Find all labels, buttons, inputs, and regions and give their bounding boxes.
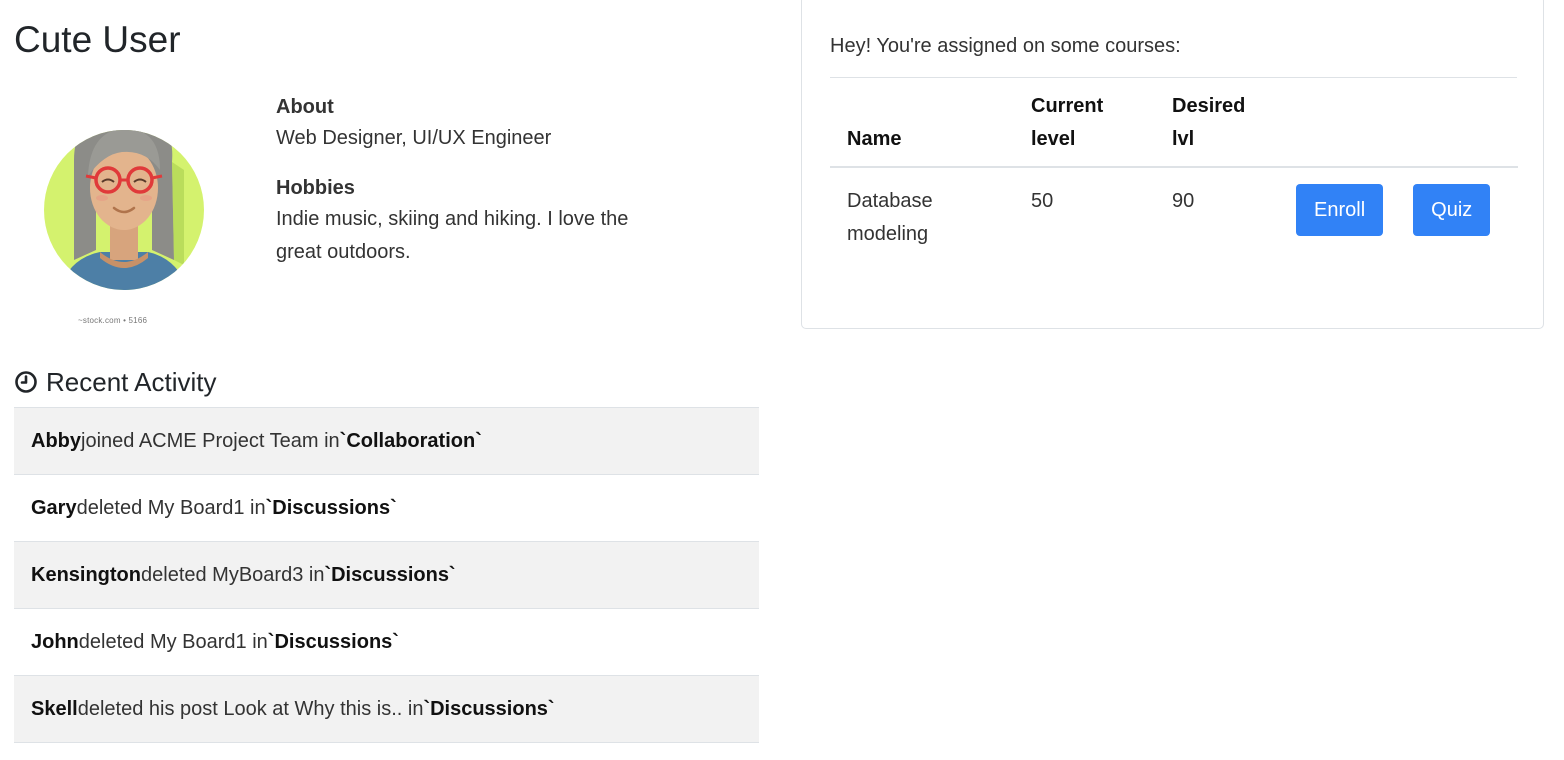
activity-action: deleted his post Look at Why this is.. i… [77, 697, 424, 720]
activity-user: John [31, 630, 79, 653]
table-header-row: Name Current level Desired lvl [830, 78, 1518, 168]
enroll-button[interactable]: Enroll [1296, 184, 1384, 236]
hobbies-label: Hobbies [276, 177, 355, 199]
course-name: Database modeling [847, 190, 933, 245]
activity-user: Gary [31, 496, 77, 519]
course-actions: Enroll Quiz [1279, 167, 1518, 271]
courses-intro: Hey! You're assigned on some courses: [830, 35, 1181, 57]
activity-action: joined ACME Project Team in [81, 429, 340, 452]
list-item: Skell deleted his post Look at Why this … [14, 676, 759, 743]
recent-activity-title: Recent Activity [46, 367, 217, 397]
activity-target: `Collaboration` [339, 429, 482, 452]
list-item: Kensington deleted MyBoard3 in `Discussi… [14, 542, 759, 609]
avatar: ~stock.com • 5166 [34, 100, 224, 334]
avatar-illustration [44, 130, 204, 290]
activity-target: `Discussions` [265, 496, 397, 519]
clock-icon [15, 371, 37, 393]
activity-action: deleted My Board1 in [78, 630, 268, 653]
activity-target: `Discussions` [324, 563, 456, 586]
courses-card: Hey! You're assigned on some courses: Na… [801, 0, 1544, 329]
activity-user: Abby [31, 429, 81, 452]
activity-target: `Discussions` [267, 630, 399, 653]
about-label: About [276, 96, 334, 118]
hobbies-text: Indie music, skiing and hiking. I love t… [276, 208, 629, 263]
course-current-level: 50 [1031, 190, 1054, 212]
course-desired-level: 90 [1172, 190, 1195, 212]
column-header-name: Name [830, 78, 1014, 168]
avatar-credit: ~stock.com • 5166 [78, 316, 148, 325]
activity-target: `Discussions` [423, 697, 555, 720]
list-item: John deleted My Board1 in `Discussions` [14, 609, 759, 676]
table-row: Database modeling 50 90 Enroll Quiz [830, 167, 1518, 271]
about-text: Web Designer, UI/UX Engineer [276, 127, 552, 149]
profile-page: Cute User ~stock.com • 5166 About Web De… [0, 0, 1564, 760]
activity-action: deleted MyBoard3 in [141, 563, 325, 586]
column-header-actions [1279, 78, 1518, 168]
list-item: Abby joined ACME Project Team in `Collab… [14, 408, 759, 475]
activity-list: Abby joined ACME Project Team in `Collab… [14, 407, 759, 743]
column-header-desired-level: Desired lvl [1155, 78, 1279, 168]
user-name: Cute User [14, 19, 181, 60]
list-item: Gary deleted My Board1 in `Discussions` [14, 475, 759, 542]
courses-table: Name Current level Desired lvl Database … [830, 78, 1518, 271]
recent-activity-heading: Recent Activity [14, 362, 217, 402]
activity-user: Skell [31, 697, 78, 720]
column-header-current-level: Current level [1014, 78, 1155, 168]
activity-user: Kensington [31, 563, 141, 586]
quiz-button[interactable]: Quiz [1413, 184, 1491, 236]
about-section: About Web Designer, UI/UX Engineer Hobbi… [276, 92, 656, 279]
activity-action: deleted My Board1 in [76, 496, 266, 519]
